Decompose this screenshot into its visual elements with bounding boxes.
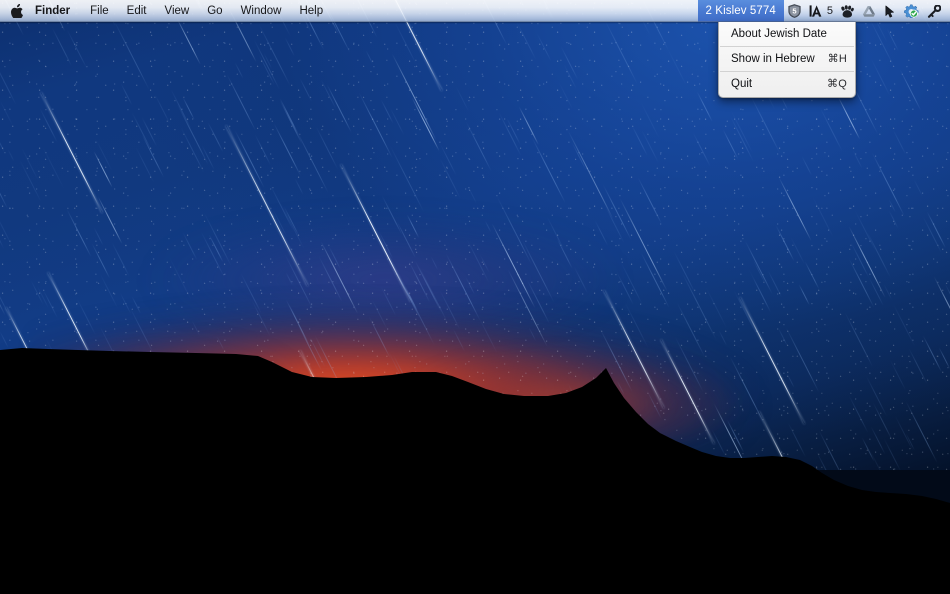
menu-item-edit[interactable]: Edit — [118, 0, 156, 22]
status-icon-sync-gear-check[interactable] — [900, 0, 923, 22]
flashlight-key-icon — [927, 4, 941, 18]
menu-option-label: Show in Hebrew — [731, 53, 815, 65]
apple-menu-button[interactable] — [0, 0, 33, 22]
status-icon-cursor-arrow[interactable] — [880, 0, 900, 22]
google-drive-icon — [863, 5, 875, 17]
desktop-screen: Finder File Edit View Go Window Help 2 K… — [0, 0, 950, 594]
menu-option-about-jewish-date[interactable]: About Jewish Date — [719, 25, 855, 43]
status-item-jewish-date[interactable]: 2 Kislev 5774 — [697, 0, 784, 22]
cursor-arrow-icon — [885, 5, 894, 17]
menu-item-finder[interactable]: Finder — [33, 0, 81, 22]
menu-item-go[interactable]: Go — [198, 0, 231, 22]
paw-print-icon — [841, 4, 854, 18]
menu-option-label: Quit — [731, 78, 753, 90]
sync-gear-check-icon — [904, 4, 919, 18]
menu-item-view[interactable]: View — [156, 0, 199, 22]
app-a-icon — [809, 5, 822, 17]
status-icon-flashlight-key[interactable] — [923, 0, 945, 22]
menu-item-file[interactable]: File — [81, 0, 118, 22]
menu-item-window[interactable]: Window — [232, 0, 291, 22]
menu-option-show-in-hebrew[interactable]: Show in Hebrew ⌘H — [719, 50, 855, 68]
status-count-label: 5 — [826, 5, 833, 17]
menu-bar-status-group: 2 Kislev 5774 5 5 — [697, 0, 950, 22]
jewish-date-dropdown-menu: About Jewish Date Show in Hebrew ⌘H Quit… — [718, 22, 856, 98]
apple-logo-icon — [11, 4, 23, 18]
menu-option-shortcut: ⌘H — [827, 53, 847, 65]
menu-item-help[interactable]: Help — [290, 0, 332, 22]
menu-bar-left-group: Finder File Edit View Go Window Help — [0, 0, 332, 22]
menu-separator — [720, 46, 854, 47]
menu-option-label: About Jewish Date — [731, 28, 827, 40]
status-icon-paw-print[interactable] — [836, 0, 858, 22]
menu-bar: Finder File Edit View Go Window Help 2 K… — [0, 0, 950, 22]
shield-five-icon: 5 — [788, 4, 801, 18]
menu-option-shortcut: ⌘Q — [827, 78, 847, 90]
menu-option-quit[interactable]: Quit ⌘Q — [719, 75, 855, 93]
status-icon-google-drive[interactable] — [858, 0, 880, 22]
status-icon-app-a[interactable] — [805, 0, 826, 22]
menu-separator — [720, 71, 854, 72]
status-icon-shield-five[interactable]: 5 — [784, 0, 805, 22]
